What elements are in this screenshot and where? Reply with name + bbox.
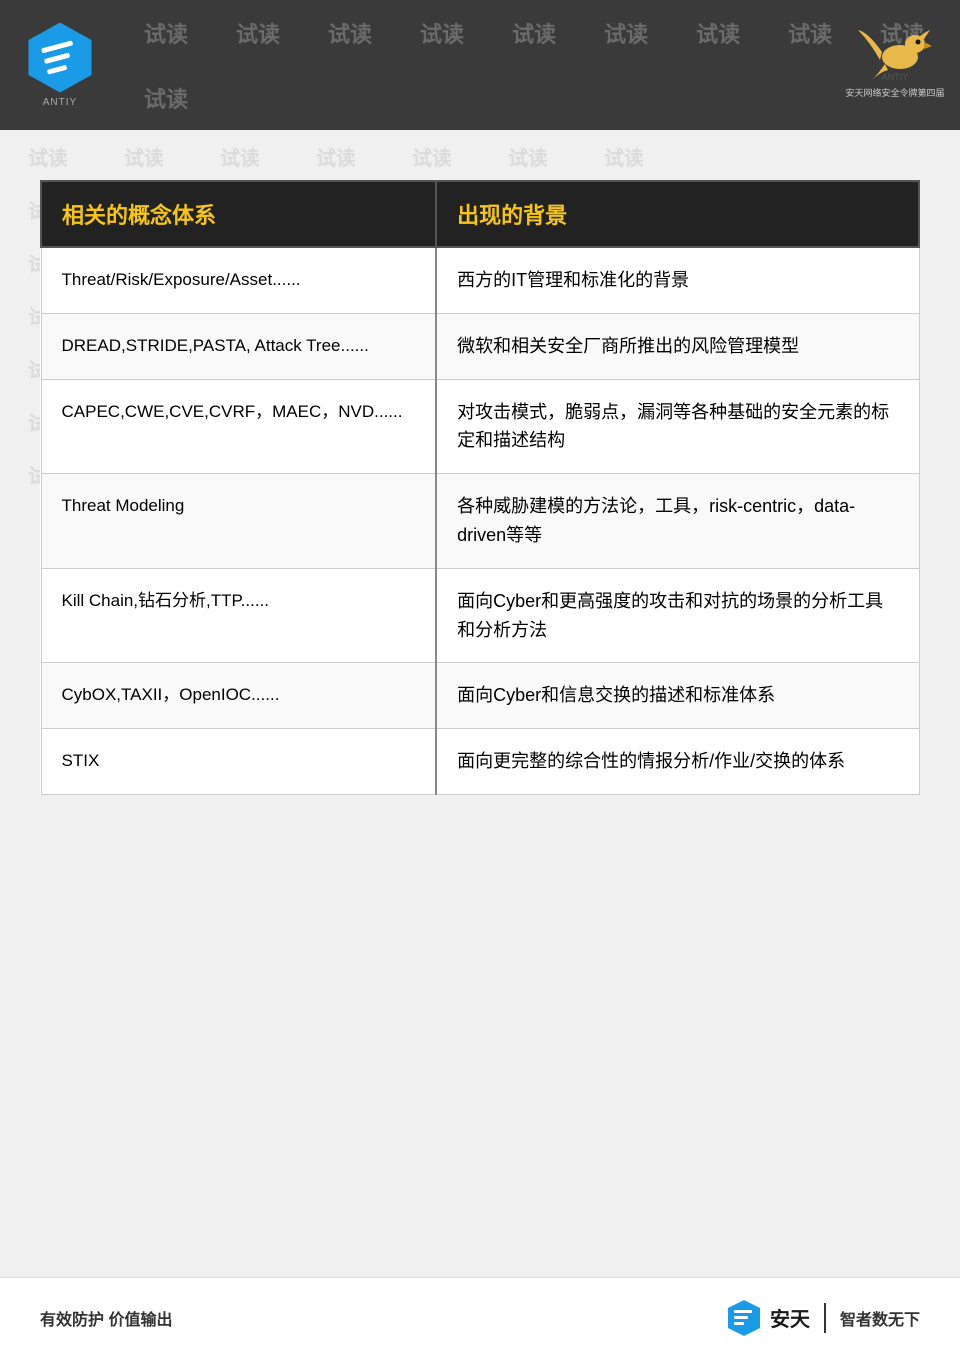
watermark-3: 试读 (304, 7, 396, 59)
watermark-7: 试读 (672, 7, 764, 59)
eagle-icon: ANTIY (850, 22, 940, 82)
logo-text: ANTIY (43, 97, 77, 108)
footer-divider (824, 1303, 826, 1333)
table-cell-col1-2: CAPEC,CWE,CVE,CVRF，MAEC，NVD...... (41, 379, 436, 474)
table-body: Threat/Risk/Exposure/Asset......西方的IT管理和… (41, 247, 919, 794)
footer-slogan-text: 智者数无下 (840, 1306, 920, 1330)
main-content: 相关的概念体系 出现的背景 Threat/Risk/Exposure/Asset… (0, 130, 960, 855)
table-row: Threat Modeling各种威胁建模的方法论，工具，risk-centri… (41, 474, 919, 569)
logo-line-2 (44, 52, 70, 64)
table-cell-col2-6: 面向更完整的综合性的情报分析/作业/交换的体系 (436, 729, 919, 795)
footer-antiy-label: 安天 (770, 1303, 810, 1332)
logo-hexagon (25, 23, 95, 93)
table-row: STIX面向更完整的综合性的情报分析/作业/交换的体系 (41, 729, 919, 795)
watermark-5: 试读 (488, 7, 580, 59)
table-cell-col1-0: Threat/Risk/Exposure/Asset...... (41, 247, 436, 313)
svg-text:ANTIY: ANTIY (882, 72, 909, 82)
table-header-row: 相关的概念体系 出现的背景 (41, 181, 919, 247)
watermark-2: 试读 (212, 7, 304, 59)
footer-left-text: 有效防护 价值输出 (40, 1306, 172, 1330)
header: ANTIY 试读 试读 试读 试读 试读 试读 试读 试读 试读 试读 (0, 0, 960, 130)
table-cell-col2-5: 面向Cyber和信息交换的描述和标准体系 (436, 663, 919, 729)
footer: 有效防护 价值输出 安天 智者数无下 (0, 1277, 960, 1357)
top-right-subtitle: 安天网络安全令牌第四届 (845, 86, 944, 99)
col1-header: 相关的概念体系 (41, 181, 436, 247)
header-watermarks: 试读 试读 试读 试读 试读 试读 试读 试读 试读 试读 (120, 0, 960, 130)
table-cell-col2-3: 各种威胁建模的方法论，工具，risk-centric，data-driven等等 (436, 474, 919, 569)
top-right-logo: ANTIY 安天网络安全令牌第四届 (840, 10, 950, 110)
table-cell-col1-3: Threat Modeling (41, 474, 436, 569)
footer-right: 安天 智者数无下 (724, 1298, 920, 1338)
table-row: DREAD,STRIDE,PASTA, Attack Tree......微软和… (41, 313, 919, 379)
table-cell-col1-1: DREAD,STRIDE,PASTA, Attack Tree...... (41, 313, 436, 379)
footer-eagle-icon (724, 1298, 764, 1338)
col2-header: 出现的背景 (436, 181, 919, 247)
logo-line-1 (41, 40, 73, 53)
watermark-1: 试读 (120, 7, 212, 59)
concept-table: 相关的概念体系 出现的背景 Threat/Risk/Exposure/Asset… (40, 180, 920, 795)
table-row: CAPEC,CWE,CVE,CVRF，MAEC，NVD......对攻击模式，脆… (41, 379, 919, 474)
table-cell-col2-4: 面向Cyber和更高强度的攻击和对抗的场景的分析工具和分析方法 (436, 568, 919, 663)
watermark-4: 试读 (396, 7, 488, 59)
table-cell-col2-1: 微软和相关安全厂商所推出的风险管理模型 (436, 313, 919, 379)
table-cell-col2-2: 对攻击模式，脆弱点，漏洞等各种基础的安全元素的标定和描述结构 (436, 379, 919, 474)
table-row: Threat/Risk/Exposure/Asset......西方的IT管理和… (41, 247, 919, 313)
logo-box: ANTIY (0, 0, 120, 130)
watermark-10: 试读 (120, 72, 212, 124)
table-row: Kill Chain,钻石分析,TTP......面向Cyber和更高强度的攻击… (41, 568, 919, 663)
logo-line-3 (47, 65, 68, 75)
table-cell-col1-5: CybOX,TAXII，OpenIOC...... (41, 663, 436, 729)
logo-lines (41, 40, 79, 74)
table-cell-col2-0: 西方的IT管理和标准化的背景 (436, 247, 919, 313)
table-cell-col1-6: STIX (41, 729, 436, 795)
watermark-6: 试读 (580, 7, 672, 59)
footer-logo: 安天 (724, 1298, 810, 1338)
table-cell-col1-4: Kill Chain,钻石分析,TTP...... (41, 568, 436, 663)
table-row: CybOX,TAXII，OpenIOC......面向Cyber和信息交换的描述… (41, 663, 919, 729)
